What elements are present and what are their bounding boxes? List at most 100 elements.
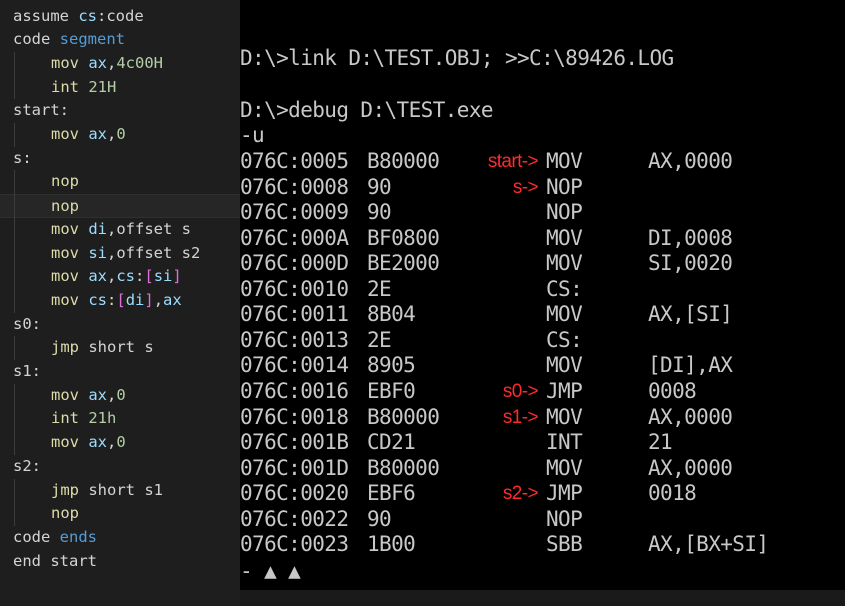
disasm-operands: AX,0000 — [648, 404, 733, 429]
editor-line[interactable]: end start — [0, 550, 240, 574]
disasm-operands: DI,0008 — [648, 225, 733, 250]
disasm-mnemonic: MOV — [546, 353, 583, 378]
disasm-row: 076C:0023 1B00 SBB AX,[BX+SI] — [240, 532, 845, 558]
code-token: di — [88, 219, 107, 238]
disasm-row: 076C:000A BF0800 MOV DI,0008 — [240, 226, 845, 252]
disasm-address: 076C:0005 — [240, 149, 349, 173]
indent-guide — [14, 123, 15, 147]
disasm-mnemonic: INT — [546, 430, 583, 455]
label-annotation: start-> — [487, 151, 539, 172]
disasm-address: 076C:000D — [240, 251, 349, 276]
disasm-row: 076C:0020 EBF6 JMP 0018 s2-> — [240, 481, 845, 507]
editor-line[interactable]: code segment — [0, 28, 240, 52]
editor-line[interactable]: mov ax,4c00H — [0, 52, 240, 76]
editor-line[interactable]: s: — [0, 147, 240, 171]
code-token: , — [107, 125, 117, 143]
disasm-address: 076C:0009 — [240, 200, 349, 225]
editor-line[interactable]: start: — [0, 99, 240, 123]
code-token: end start — [13, 551, 97, 570]
code-token: mov — [51, 53, 89, 72]
code-token: start: — [13, 101, 69, 120]
disasm-row: 076C:0009 90 NOP — [240, 200, 845, 226]
disasm-address: 076C:0008 — [240, 174, 349, 199]
editor-line[interactable]: code ends — [0, 526, 240, 550]
indent-guide — [14, 383, 15, 455]
code-editor-panel[interactable]: assume cs:code code segment mov ax,4c00H in… — [0, 0, 240, 606]
editor-line[interactable]: nop — [0, 170, 240, 194]
disasm-bytes: 2E — [367, 276, 392, 301]
code-token: 4c00H — [116, 53, 164, 72]
code-token: mov — [51, 385, 89, 404]
code-token: : — [135, 267, 145, 286]
disasm-row: 076C:001D B80000 MOV AX,0000 — [240, 456, 845, 482]
code-token: di — [125, 290, 145, 309]
disasm-address: 076C:0020 — [240, 481, 349, 506]
disasm-row: 076C:0016 EBF0 JMP 0008 s0-> — [240, 379, 845, 405]
disasm-bytes: 90 — [367, 506, 392, 531]
editor-line[interactable]: mov di,offset s — [0, 218, 240, 242]
editor-line[interactable]: s1: — [0, 360, 240, 384]
disasm-address: 076C:001B — [240, 430, 349, 455]
code-token: s2: — [13, 456, 41, 475]
editor-line[interactable]: nop — [0, 502, 240, 526]
editor-line[interactable]: mov ax,0 — [0, 384, 240, 408]
code-token: , — [153, 290, 164, 309]
disasm-address: 076C:0014 — [240, 353, 349, 378]
disasm-bytes: 8905 — [367, 353, 416, 378]
disasm-bytes: EBF0 — [367, 378, 416, 403]
editor-line[interactable]: s0: — [0, 313, 240, 337]
code-token: mov — [51, 290, 89, 309]
label-annotation: s1-> — [502, 406, 539, 428]
disasm-mnemonic: MOV — [546, 225, 583, 250]
disasm-operands: AX,[BX+SI] — [648, 532, 769, 557]
indent-guide — [14, 51, 15, 100]
disasm-mnemonic: JMP — [546, 378, 583, 403]
editor-line[interactable]: nop — [0, 194, 240, 218]
disasm-operands: [DI],AX — [648, 353, 733, 378]
editor-line[interactable]: mov ax,0 — [0, 123, 240, 147]
code-token: mov — [51, 267, 89, 286]
editor-line[interactable]: assume cs:code — [0, 5, 240, 29]
disasm-address: 076C:0018 — [240, 404, 349, 429]
editor-line[interactable]: mov ax,0 — [0, 431, 240, 455]
code-token: 21h — [88, 409, 117, 428]
editor-line[interactable]: mov ax,cs:[si] — [0, 265, 240, 289]
code-token: ] — [172, 267, 182, 286]
code-token: assume — [13, 6, 79, 25]
code-token: , — [107, 433, 117, 452]
disasm-row: 076C:000D BE2000 MOV SI,0020 — [240, 251, 845, 277]
dos-terminal[interactable]: D:\>link D:\TEST.OBJ; >>C:\89426.LOG D:\… — [240, 0, 845, 590]
disasm-address: 076C:001D — [240, 455, 349, 480]
code-token: nop — [51, 197, 79, 216]
code-token: jmp — [51, 480, 89, 499]
editor-line[interactable]: mov si,offset s2 — [0, 242, 240, 266]
editor-line[interactable]: int 21h — [0, 407, 240, 431]
disasm-address: 076C:0013 — [240, 327, 349, 352]
terminal-partial-line: - ▲ ▲ — [240, 559, 301, 583]
disasm-mnemonic: MOV — [546, 455, 583, 480]
disasm-operands: AX,0000 — [648, 455, 733, 480]
code-token: int — [51, 409, 89, 428]
disasm-row: 076C:0011 8B04 MOV AX,[SI] — [240, 302, 845, 328]
code-token: ,offset s — [107, 219, 191, 238]
disasm-mnemonic: NOP — [546, 174, 583, 199]
disasm-bytes: 1B00 — [367, 532, 416, 557]
label-annotation: s2-> — [502, 483, 539, 505]
disasm-mnemonic: JMP — [546, 481, 583, 506]
label-annotation: s0-> — [502, 380, 539, 402]
disasm-mnemonic: MOV — [546, 251, 583, 276]
disasm-row: 076C:0018 B80000 MOV AX,0000 s1-> — [240, 405, 845, 431]
code-token: cs — [88, 290, 107, 309]
editor-line[interactable]: jmp short s — [0, 336, 240, 360]
disasm-mnemonic: SBB — [546, 532, 583, 557]
code-token: [ — [116, 290, 126, 309]
editor-line[interactable]: s2: — [0, 455, 240, 479]
disasm-operands: 0008 — [648, 378, 697, 403]
code-token: short s1 — [88, 480, 163, 499]
editor-line[interactable]: int 21H — [0, 76, 240, 100]
code-token: ends — [59, 527, 97, 546]
code-token: ax — [88, 125, 107, 143]
disasm-row: 076C:0022 90 NOP — [240, 507, 845, 533]
editor-line[interactable]: jmp short s1 — [0, 479, 240, 503]
editor-line[interactable]: mov cs:[di],ax — [0, 289, 240, 313]
